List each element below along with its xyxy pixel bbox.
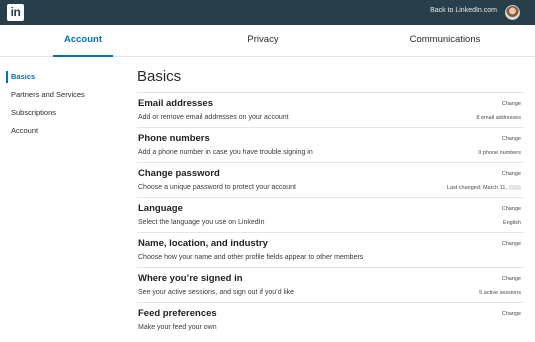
setting-row-change-password[interactable]: Change password Choose a unique password… — [137, 162, 523, 197]
change-button[interactable]: Change — [502, 311, 521, 317]
page-title: Basics — [137, 68, 182, 85]
setting-title: Name, location, and industry — [138, 238, 268, 249]
setting-row-language[interactable]: Language Select the language you use on … — [137, 197, 523, 232]
user-avatar-icon[interactable] — [505, 5, 520, 20]
setting-description: Add a phone number in case you have trou… — [138, 149, 313, 156]
setting-title: Change password — [138, 168, 220, 179]
sidebar-item-partners-and-services[interactable]: Partners and Services — [0, 86, 120, 104]
redacted-year — [509, 185, 521, 191]
setting-value: Last changed: March 11, — [447, 185, 521, 191]
setting-title: Language — [138, 203, 183, 214]
setting-row-name-location-industry[interactable]: Name, location, and industry Choose how … — [137, 232, 523, 267]
basics-settings-panel: Basics Email addresses Add or remove ema… — [137, 66, 523, 337]
setting-title: Feed preferences — [138, 308, 217, 319]
setting-value: 0 phone numbers — [478, 150, 521, 156]
setting-row-phone-numbers[interactable]: Phone numbers Add a phone number in case… — [137, 127, 523, 162]
setting-description: Add or remove email addresses on your ac… — [138, 114, 289, 121]
back-to-linkedin-link[interactable]: Back to LinkedIn.com — [430, 7, 497, 14]
sidebar-item-subscriptions[interactable]: Subscriptions — [0, 104, 120, 122]
change-button[interactable]: Change — [502, 241, 521, 247]
tab-account[interactable]: Account — [53, 25, 113, 57]
setting-title: Email addresses — [138, 98, 213, 109]
setting-description: Choose a unique password to protect your… — [138, 184, 296, 191]
change-button[interactable]: Change — [502, 101, 521, 107]
sidebar-item-basics[interactable]: Basics — [0, 68, 120, 86]
top-navigation-bar: in Back to LinkedIn.com — [0, 0, 535, 25]
setting-value: 5 active sessions — [479, 290, 521, 296]
setting-title: Phone numbers — [138, 133, 210, 144]
tab-communications[interactable]: Communications — [399, 25, 491, 57]
change-button[interactable]: Change — [502, 276, 521, 282]
change-button[interactable]: Change — [502, 136, 521, 142]
settings-tabs: Account Privacy Communications — [0, 25, 535, 57]
setting-row-where-signed-in[interactable]: Where you’re signed in See your active s… — [137, 267, 523, 302]
settings-sidebar: Basics Partners and Services Subscriptio… — [0, 68, 120, 140]
setting-value: 8 email addresses — [476, 115, 521, 121]
sidebar-item-account[interactable]: Account — [0, 122, 120, 140]
setting-description: See your active sessions, and sign out i… — [138, 289, 295, 296]
change-button[interactable]: Change — [502, 171, 521, 177]
setting-row-email-addresses[interactable]: Email addresses Add or remove email addr… — [137, 92, 523, 127]
tab-privacy[interactable]: Privacy — [233, 25, 293, 57]
setting-description: Make your feed your own — [138, 324, 217, 331]
setting-title: Where you’re signed in — [138, 273, 243, 284]
setting-description: Choose how your name and other profile f… — [138, 254, 364, 261]
setting-value: English — [502, 220, 521, 226]
last-changed-text: Last changed: March 11, — [446, 185, 507, 191]
setting-row-feed-preferences[interactable]: Feed preferences Make your feed your own… — [137, 302, 523, 337]
change-button[interactable]: Change — [502, 206, 521, 212]
setting-description: Select the language you use on LinkedIn — [138, 219, 265, 226]
linkedin-logo-icon[interactable]: in — [7, 4, 24, 21]
